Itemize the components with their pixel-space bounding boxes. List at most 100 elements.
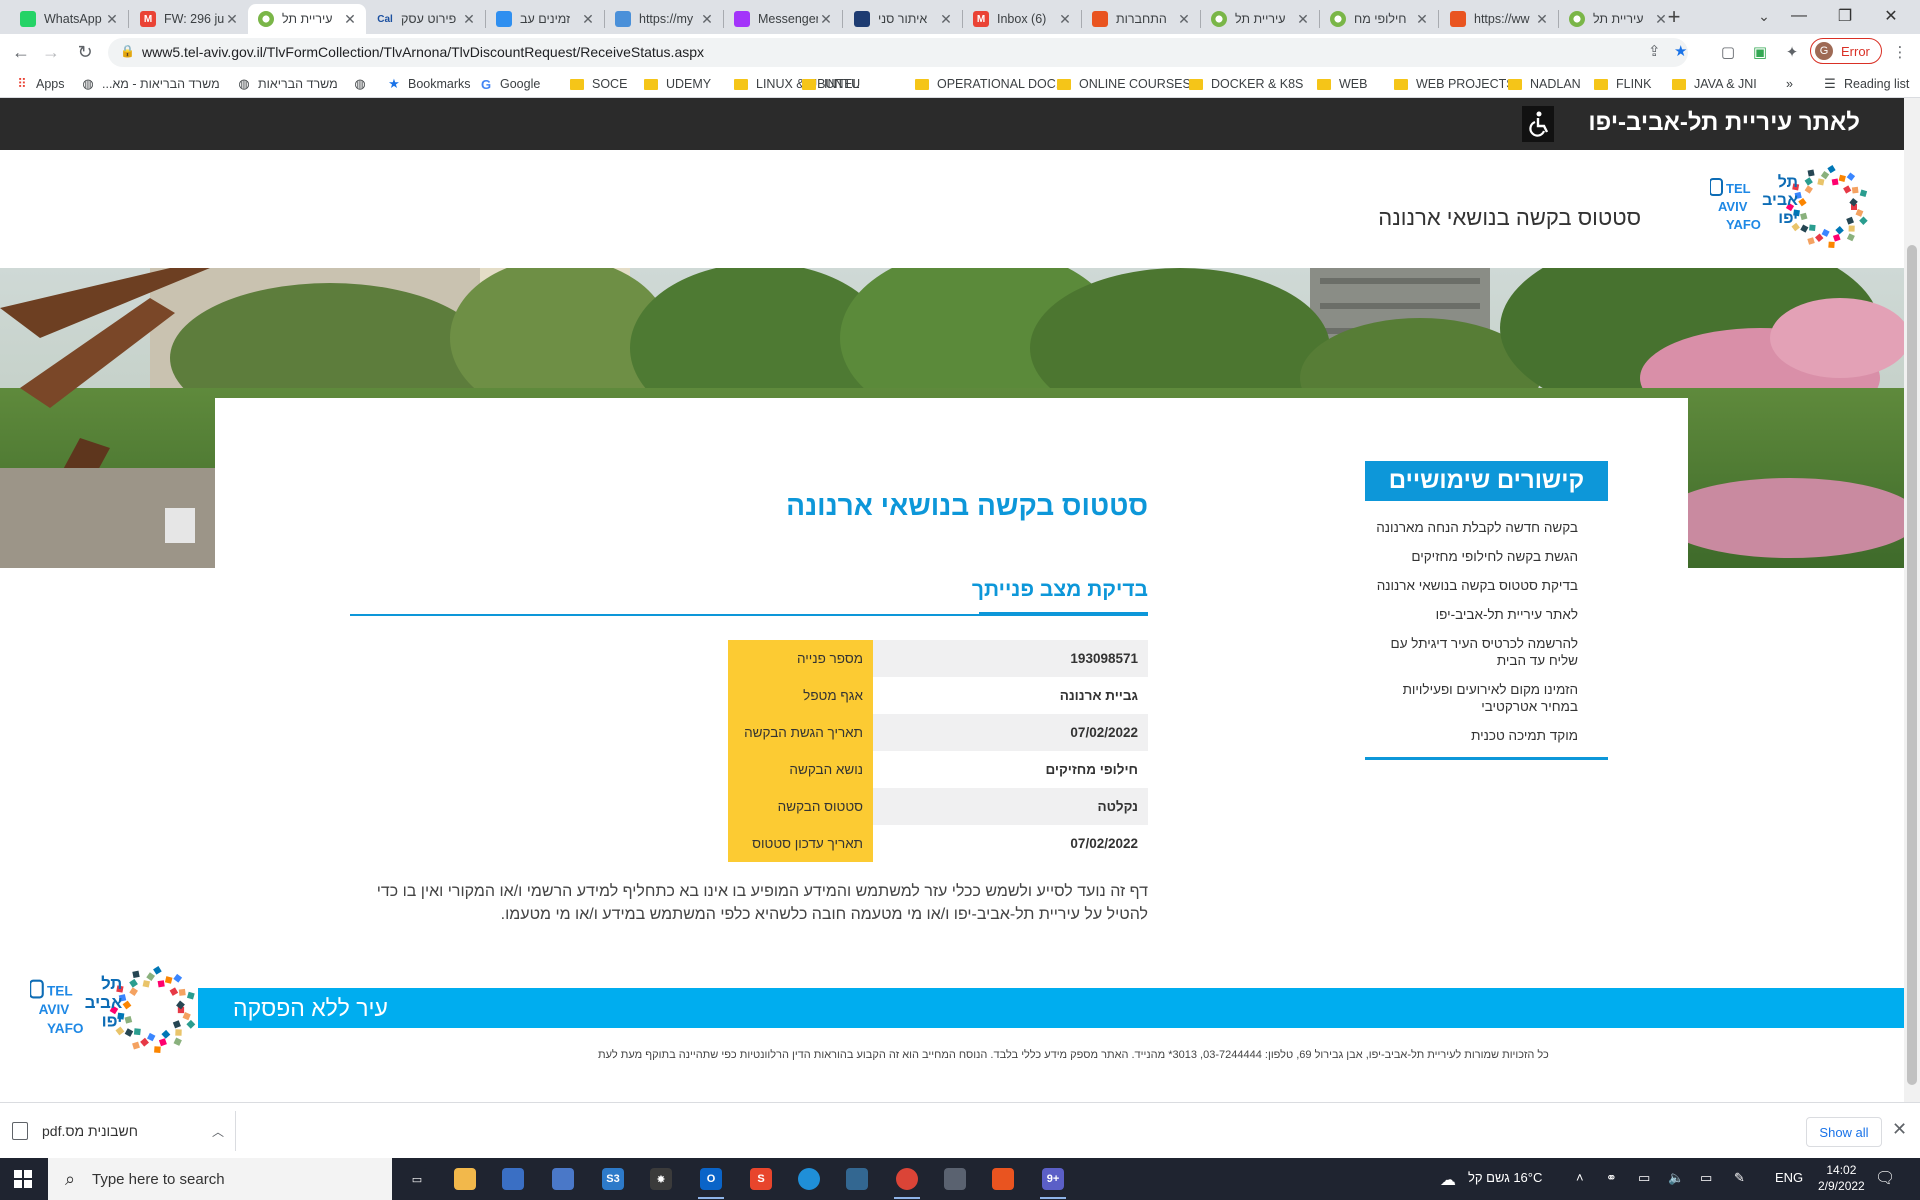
scrollbar-thumb[interactable] (1907, 245, 1917, 1085)
bookmark-item[interactable]: JAVA & JNI (1672, 74, 1757, 94)
people-app-icon[interactable] (496, 1163, 530, 1195)
sidebar-link[interactable]: בקשה חדשה לקבלת הנחה מארנונה (1365, 519, 1608, 536)
s-app-icon[interactable]: S (744, 1163, 778, 1195)
chrome-icon[interactable] (890, 1163, 924, 1199)
bookmark-item[interactable]: OPERATIONAL DOC... (915, 74, 1066, 94)
chevron-up-icon[interactable]: ˄ (1576, 1170, 1584, 1185)
reload-icon[interactable]: ↻ (71, 38, 99, 66)
sidebar-link[interactable]: בדיקת סטטוס בקשה בנושאי ארנונה (1365, 577, 1608, 594)
clock[interactable]: 14:02 2/9/2022 (1818, 1162, 1865, 1194)
minimize-button[interactable]: — (1776, 0, 1822, 32)
bookmark-item[interactable]: INTEL (802, 74, 859, 94)
close-tab-icon[interactable]: ✕ (1057, 11, 1073, 28)
url-text[interactable]: www5.tel-aviv.gov.il/TlvFormCollection/T… (142, 44, 704, 60)
close-tab-icon[interactable]: ✕ (104, 11, 120, 28)
close-tab-icon[interactable]: ✕ (818, 11, 834, 28)
close-window-button[interactable]: ✕ (1868, 0, 1914, 32)
bookmark-item[interactable]: UDEMY (644, 74, 711, 94)
bookmark-item[interactable]: ◍ משרד הבריאות (236, 74, 337, 94)
bookmark-item[interactable]: G Google (478, 74, 540, 94)
close-icon[interactable]: ✕ (1892, 1119, 1907, 1140)
browser-tab[interactable]: חילופי מח ✕ (1320, 4, 1438, 34)
s3-browser-icon[interactable]: S3 (596, 1163, 630, 1195)
forward-arrow-icon[interactable]: → (37, 38, 65, 66)
bookmark-item[interactable]: ⠿ Apps (14, 74, 64, 94)
show-all-button[interactable]: Show all (1806, 1117, 1882, 1147)
extensions-puzzle-icon[interactable]: ✦ (1780, 40, 1804, 64)
windows-start-icon[interactable] (0, 1158, 46, 1200)
browser-tab[interactable]: https://my ✕ (605, 4, 723, 34)
browser-tab[interactable]: WhatsApp ✕ (10, 4, 128, 34)
browser-tab[interactable]: עיריית תל ✕ (248, 4, 366, 34)
close-tab-icon[interactable]: ✕ (342, 11, 358, 28)
bookmark-item[interactable]: ONLINE COURSES (1057, 74, 1191, 94)
file-explorer-icon[interactable] (448, 1163, 482, 1195)
pen-icon[interactable]: ✎ (1734, 1170, 1745, 1186)
bookmarks-overflow-chevron-icon[interactable]: » (1786, 74, 1793, 94)
calculator-icon[interactable] (938, 1163, 972, 1195)
sidebar-link[interactable]: להרשמה לכרטיס העיר דיגיתל עם שליח עד הבי… (1365, 635, 1608, 669)
chevron-up-icon[interactable]: ︿ (212, 1123, 224, 1140)
sidebar-link[interactable]: לאתר עיריית תל-אביב-יפו (1365, 606, 1608, 623)
bookmark-item[interactable]: ◍ משרד הבריאות - מא... (80, 74, 219, 94)
remote-app-icon[interactable] (546, 1163, 580, 1195)
accessibility-icon[interactable] (1522, 106, 1554, 142)
close-tab-icon[interactable]: ✕ (580, 11, 596, 28)
browser-tab[interactable]: זמינים עב ✕ (486, 4, 604, 34)
close-tab-icon[interactable]: ✕ (938, 11, 954, 28)
task-view-icon[interactable]: ▭ (400, 1163, 434, 1195)
extension-tv-icon[interactable]: ▣ (1748, 40, 1772, 64)
notification-icon[interactable]: 🗨 (1875, 1168, 1899, 1190)
browser-tab[interactable]: https://ww ✕ (1440, 4, 1558, 34)
restore-button[interactable]: ❐ (1822, 0, 1868, 32)
close-tab-icon[interactable]: ✕ (224, 11, 240, 28)
volume-icon[interactable]: 🔈 (1668, 1170, 1684, 1186)
reading-list-button[interactable]: ☰ Reading list (1822, 74, 1909, 94)
bookmark-item[interactable]: DOCKER & K8S (1189, 74, 1303, 94)
bookmark-item[interactable]: SOCE (570, 74, 627, 94)
photo-app-icon[interactable]: ✸ (644, 1163, 678, 1195)
close-tab-icon[interactable]: ✕ (1176, 11, 1192, 28)
close-tab-icon[interactable]: ✕ (1414, 11, 1430, 28)
edge-icon[interactable] (792, 1163, 826, 1195)
menu-kebab-icon[interactable]: ⋮ (1888, 40, 1912, 64)
browser-tab[interactable]: איתור סני ✕ (844, 4, 962, 34)
footer-tel-aviv-logo[interactable]: תל TEL אביב AVIV יפו YAFO (30, 966, 200, 1056)
browser-tab[interactable]: M FW: 296 ju ✕ (130, 4, 248, 34)
city-site-link[interactable]: לאתר עיריית תל-אביב-יפו (1588, 109, 1860, 137)
sidebar-link[interactable]: הזמינו מקום לאירועים ופעילויות במחיר אטר… (1365, 681, 1608, 715)
taskbar-search-box[interactable]: ⌕ Type here to search (48, 1158, 392, 1200)
new-tab-button[interactable]: + (1660, 4, 1688, 30)
tel-aviv-logo[interactable]: תל TEL אביב AVIV יפו YAFO (1710, 165, 1872, 250)
share-icon[interactable]: ⇪ (1648, 42, 1661, 60)
bookmark-item[interactable]: ◍ (352, 74, 374, 94)
display-icon[interactable]: ▭ (1700, 1170, 1712, 1186)
sidebar-link[interactable]: הגשת בקשה לחילופי מחזיקים (1365, 548, 1608, 565)
bookmark-item[interactable]: NADLAN (1508, 74, 1581, 94)
language-indicator[interactable]: ENG (1775, 1170, 1803, 1185)
profile-button[interactable]: G Error (1810, 38, 1882, 64)
close-tab-icon[interactable]: ✕ (1295, 11, 1311, 28)
back-arrow-icon[interactable]: ← (7, 38, 35, 66)
browser-tab[interactable]: התחברות ✕ (1082, 4, 1200, 34)
close-tab-icon[interactable]: ✕ (1534, 11, 1550, 28)
teams-icon[interactable]: 9+ (1036, 1163, 1070, 1199)
bookmark-item[interactable]: WEB PROJECTS (1394, 74, 1515, 94)
browser-tab[interactable]: M Inbox (6) ✕ (963, 4, 1081, 34)
sidebar-link[interactable]: מוקד תמיכה טכנית (1365, 727, 1608, 744)
download-item[interactable]: חשבונית מס.pdf ︿ (12, 1111, 234, 1151)
close-tab-icon[interactable]: ✕ (461, 11, 477, 28)
weather-text[interactable]: 16°C גשם קל (1468, 1170, 1542, 1185)
address-bar[interactable]: 🔒 www5.tel-aviv.gov.il/TlvFormCollection… (108, 38, 1688, 67)
close-tab-icon[interactable]: ✕ (699, 11, 715, 28)
browser-tab[interactable]: עיריית תל ✕ (1201, 4, 1319, 34)
weather-cloud-icon[interactable]: ☁ (1440, 1170, 1456, 1190)
postgres-icon[interactable] (840, 1163, 874, 1195)
bookmark-star-icon[interactable]: ★ (1674, 42, 1687, 60)
extension-puzzle-box-icon[interactable]: ▢ (1716, 40, 1740, 64)
outlook-icon[interactable]: O (694, 1163, 728, 1199)
ubuntu-icon[interactable] (986, 1163, 1020, 1195)
bookmark-item[interactable]: ★ Bookmarks (386, 74, 470, 94)
bookmark-item[interactable]: WEB (1317, 74, 1367, 94)
bookmark-item[interactable]: FLINK (1594, 74, 1651, 94)
